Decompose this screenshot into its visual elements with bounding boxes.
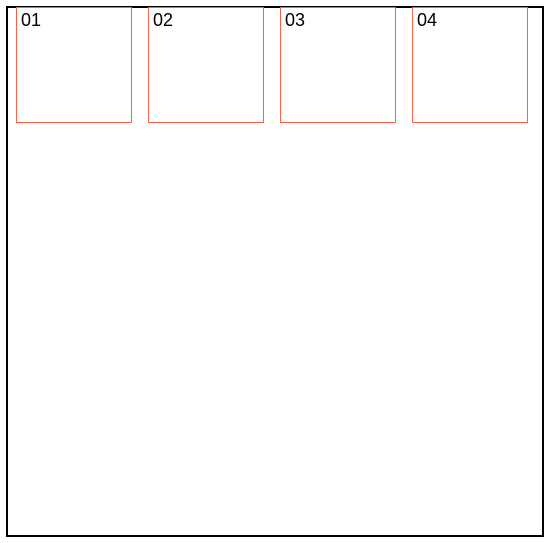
grid-box: 02 bbox=[148, 7, 264, 123]
box-label: 02 bbox=[153, 10, 173, 30]
outer-container: 01 02 03 04 bbox=[6, 6, 544, 537]
box-label: 01 bbox=[21, 10, 41, 30]
box-label: 03 bbox=[285, 10, 305, 30]
grid-box: 03 bbox=[280, 7, 396, 123]
grid-box: 04 bbox=[412, 7, 528, 123]
grid-box: 01 bbox=[16, 7, 132, 123]
box-label: 04 bbox=[417, 10, 437, 30]
